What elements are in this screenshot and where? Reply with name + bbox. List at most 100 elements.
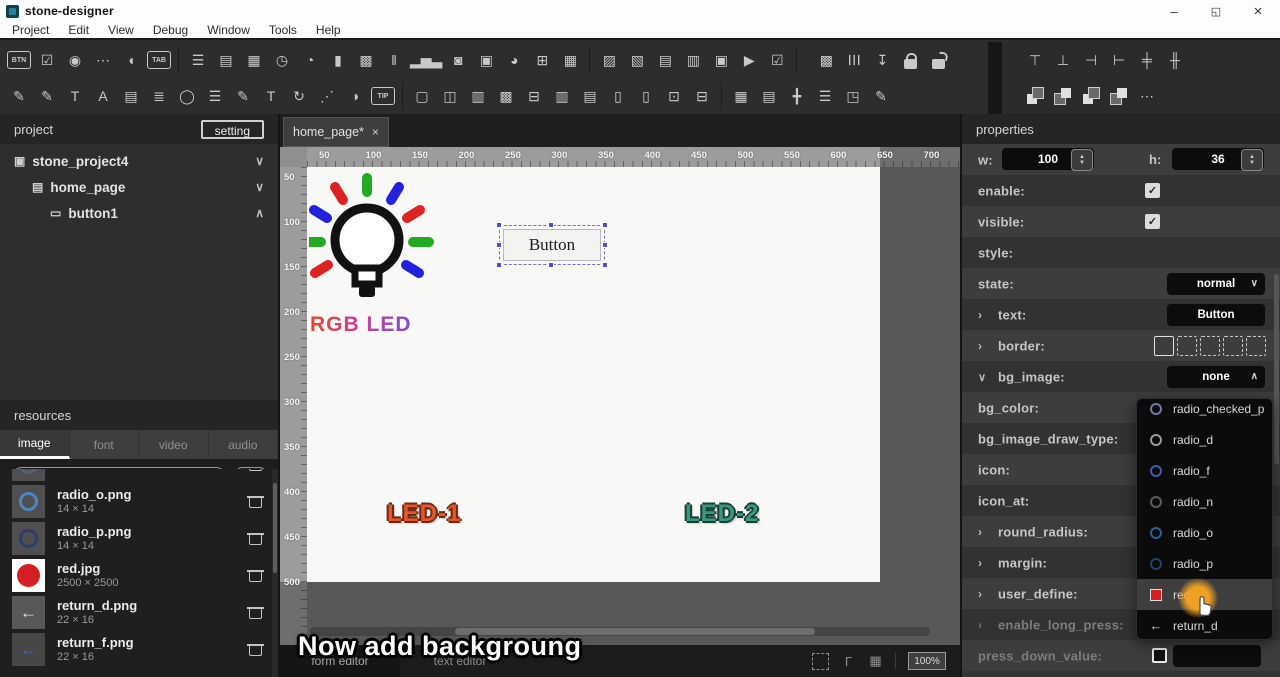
clipboard-icon[interactable]: ▤ <box>757 83 781 109</box>
menu-item[interactable]: Project <box>12 23 49 37</box>
button-widget-icon[interactable]: BTN <box>7 51 31 69</box>
menu-item[interactable]: Window <box>207 23 250 37</box>
mixer-icon[interactable]: ☰ <box>841 48 867 72</box>
image-edit-icon[interactable]: ✎ <box>231 83 255 109</box>
text-label-icon[interactable]: T <box>63 83 87 109</box>
rows-icon[interactable]: ▤ <box>578 83 602 109</box>
chevron-icon[interactable]: ∧ <box>255 206 264 220</box>
zoom-level[interactable]: 100% <box>908 652 946 670</box>
more-icon[interactable]: ⋯ <box>1135 83 1159 109</box>
expander-icon[interactable] <box>978 618 982 632</box>
resize-handle-w[interactable] <box>496 242 502 248</box>
resize-handle-n[interactable] <box>548 222 554 228</box>
minimize-button[interactable] <box>1166 3 1182 19</box>
pie-chart-icon[interactable]: ◕ <box>502 47 526 73</box>
barcode-icon[interactable]: ‖ <box>382 47 406 73</box>
resize-handle-sw[interactable] <box>496 262 502 268</box>
snap-corner-icon[interactable] <box>841 654 856 669</box>
resource-item[interactable]: return_d.png 22 × 16 <box>12 594 272 631</box>
enable-checkbox[interactable] <box>1145 183 1160 198</box>
thermometer-icon[interactable]: ▮ <box>326 47 350 73</box>
collapse-icon[interactable] <box>978 370 986 384</box>
selection-mode-icon[interactable] <box>812 653 829 670</box>
panel-wide-icon[interactable]: ⊟ <box>522 83 546 109</box>
send-to-back-icon[interactable] <box>1051 83 1075 109</box>
led2-label[interactable]: LED-2 <box>685 500 759 528</box>
dropdown-item[interactable]: radio_f <box>1137 455 1272 486</box>
stamp-icon[interactable]: ⋰ <box>315 83 339 109</box>
show-grid-icon[interactable] <box>868 654 883 669</box>
move-all-icon[interactable]: ╋ <box>785 83 809 109</box>
scan-settings-icon[interactable]: ▩ <box>814 47 838 73</box>
tab-widget-icon[interactable]: TAB <box>147 51 171 69</box>
calendar-icon[interactable]: ▦ <box>242 47 266 73</box>
resize-handle-s[interactable] <box>548 262 554 268</box>
resize-handle-nw[interactable] <box>496 222 502 228</box>
bring-forward-icon[interactable] <box>1079 83 1103 109</box>
resource-list-scrollbar[interactable] <box>272 469 278 677</box>
setting-button[interactable]: setting <box>201 120 264 139</box>
crop-icon[interactable]: ◳ <box>841 83 865 109</box>
led1-label[interactable]: LED-1 <box>387 500 461 528</box>
image-icon[interactable]: ▨ <box>597 47 621 73</box>
resize-handle-ne[interactable] <box>602 222 608 228</box>
menu-item[interactable]: View <box>108 23 134 37</box>
document-tab[interactable]: home_page* <box>283 117 389 147</box>
tab-font[interactable]: font <box>70 430 140 459</box>
form-icon[interactable]: ▤ <box>119 83 143 109</box>
tab-video[interactable]: video <box>139 430 209 459</box>
resource-item[interactable]: radio_o.png 14 × 14 <box>12 483 272 520</box>
height-input[interactable]: 36 <box>1172 148 1264 170</box>
resize-handle-e[interactable] <box>602 242 608 248</box>
image-value-icon[interactable]: ▥ <box>681 47 705 73</box>
maximize-button[interactable] <box>1208 3 1224 19</box>
menu-item[interactable]: Help <box>316 23 341 37</box>
close-button[interactable] <box>1250 3 1266 19</box>
button-selection-rect[interactable]: Button <box>499 225 605 265</box>
tab-close-icon[interactable] <box>372 125 379 139</box>
state-select[interactable]: normal <box>1167 273 1265 295</box>
dropdown-item[interactable]: radio_o <box>1137 517 1272 548</box>
brush-icon[interactable]: ✎ <box>869 83 893 109</box>
rgb-led-label[interactable]: RGB LED <box>310 313 412 337</box>
expander-icon[interactable] <box>978 556 982 570</box>
qrcode-icon[interactable]: ▩ <box>354 47 378 73</box>
menu-list-icon[interactable]: ☰ <box>203 83 227 109</box>
expander-icon[interactable] <box>978 525 982 539</box>
align-right-icon[interactable]: ⊢ <box>1107 47 1131 73</box>
video-icon[interactable]: ▶ <box>737 47 761 73</box>
vslider-icon[interactable]: ▯ <box>606 83 630 109</box>
grid-icon[interactable]: ▦ <box>729 83 753 109</box>
rotate-text-icon[interactable]: ↻ <box>287 83 311 109</box>
trash-icon[interactable] <box>249 606 262 619</box>
tree-item[interactable]: ▤ home_page ∨ <box>0 174 278 200</box>
resource-item[interactable]: radio_p.png 14 × 14 <box>12 520 272 557</box>
press-down-value-input[interactable] <box>1173 645 1261 667</box>
text-value[interactable]: Button <box>1167 304 1265 326</box>
image-frame-icon[interactable]: ▣ <box>474 47 498 73</box>
download-icon[interactable]: ↧ <box>870 47 894 73</box>
align-top-icon[interactable]: ⊤ <box>1023 47 1047 73</box>
edit-line-alt-icon[interactable]: ✎ <box>35 83 59 109</box>
vslider-alt-icon[interactable]: ▯ <box>634 83 658 109</box>
tab-audio[interactable]: audio <box>209 430 279 459</box>
menu-item[interactable]: Edit <box>68 23 89 37</box>
send-backward-icon[interactable] <box>1107 83 1131 109</box>
dropdown-item[interactable]: radio_p <box>1137 548 1272 579</box>
unlock-icon[interactable] <box>926 47 950 73</box>
resource-item[interactable]: red.jpg 2500 × 2500 <box>12 557 272 594</box>
ellipse-icon[interactable]: ◯ <box>175 83 199 109</box>
tip-icon[interactable]: TIP <box>371 87 395 105</box>
distribute-horizontal-icon[interactable]: ╪ <box>1135 47 1159 73</box>
expander-icon[interactable] <box>978 587 982 601</box>
edit-line-icon[interactable]: ✎ <box>7 83 31 109</box>
align-left-icon[interactable]: ⊣ <box>1079 47 1103 73</box>
bg-image-select[interactable]: none <box>1167 366 1265 388</box>
width-input[interactable]: 100 <box>1002 148 1094 170</box>
trash-icon[interactable] <box>249 643 262 656</box>
height-stepper[interactable] <box>1241 149 1263 171</box>
toggle-widget-icon[interactable]: ◖ <box>119 47 143 73</box>
press-down-value-checkbox[interactable] <box>1152 648 1167 663</box>
design-sheet[interactable]: RGB LED Button LED-1 LED-2 <box>307 167 880 582</box>
border-left-button[interactable] <box>1177 336 1197 356</box>
